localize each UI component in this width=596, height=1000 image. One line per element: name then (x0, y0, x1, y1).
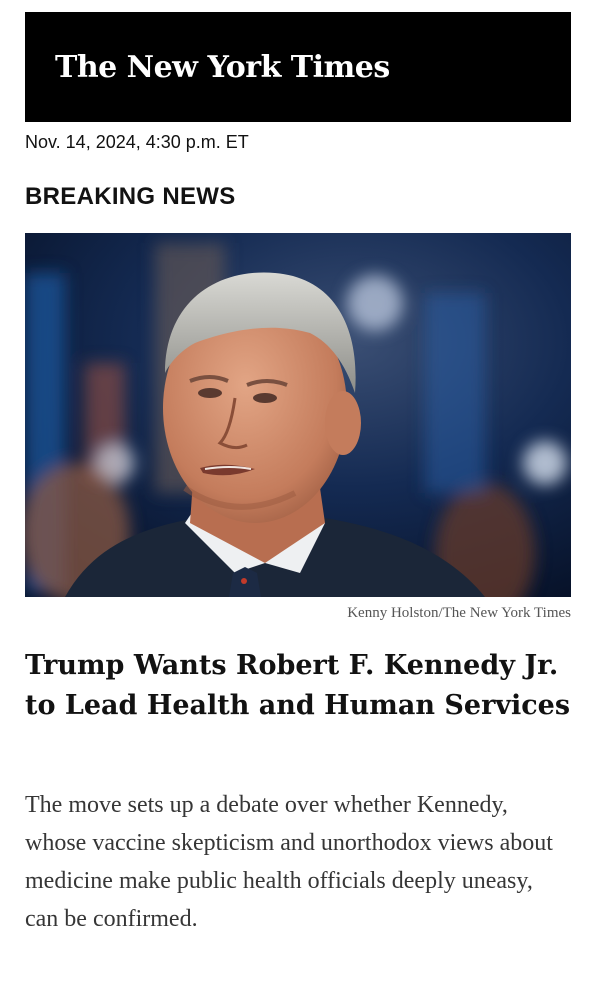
nyt-logo[interactable]: The New York Times (55, 50, 390, 85)
photo-credit: Kenny Holston/The New York Times (347, 605, 571, 621)
article-photo[interactable] (25, 233, 571, 597)
breaking-news-label: BREAKING NEWS (25, 183, 236, 210)
article-summary: The move sets up a debate over whether K… (25, 792, 553, 932)
masthead-banner[interactable]: The New York Times (25, 12, 571, 122)
article-headline[interactable]: Trump Wants Robert F. Kennedy Jr. to Lea… (25, 646, 571, 726)
portrait-photo-illustration (25, 233, 571, 597)
publish-timestamp: Nov. 14, 2024, 4:30 p.m. ET (25, 132, 249, 152)
